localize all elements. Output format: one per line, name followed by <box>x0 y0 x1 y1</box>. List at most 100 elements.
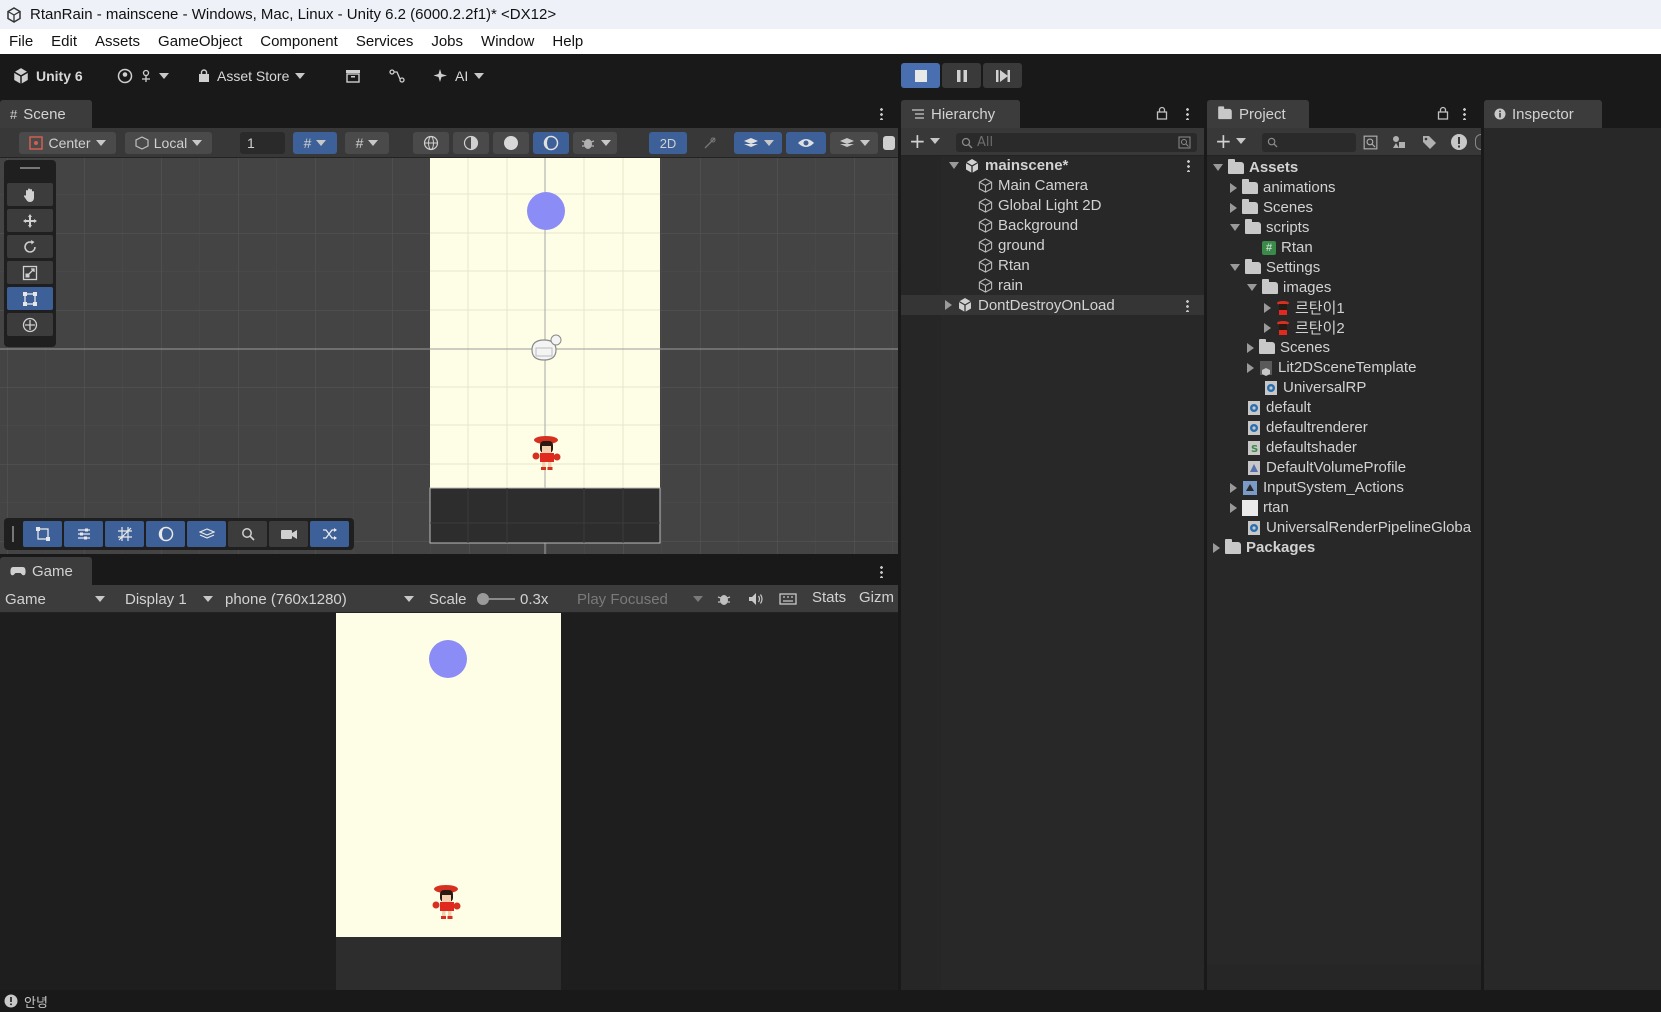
hierarchy-scene-row[interactable]: mainscene* <box>949 156 1204 175</box>
warning-badge-icon[interactable] <box>1450 133 1468 151</box>
tab-scene[interactable]: # Scene <box>0 100 92 128</box>
project-asset-urp-global[interactable]: UniversalRenderPipelineGloba <box>1247 518 1471 537</box>
account-dropdown[interactable] <box>117 64 169 88</box>
overlay-search-button[interactable] <box>228 521 267 547</box>
expand-arrow-icon[interactable] <box>1264 322 1271 333</box>
hierarchy-item-background[interactable]: Background <box>978 216 1078 235</box>
debug-draw-dropdown[interactable] <box>573 132 617 154</box>
project-asset-defaultshader[interactable]: S defaultshader <box>1247 438 1357 457</box>
display-dropdown[interactable]: Display 1 <box>125 589 217 609</box>
tab-hierarchy[interactable]: Hierarchy <box>901 100 1020 128</box>
expand-arrow-icon[interactable] <box>1230 202 1237 213</box>
hierarchy-more-icon[interactable] <box>1186 107 1189 120</box>
expand-arrow-icon[interactable] <box>1264 302 1271 313</box>
lock-icon[interactable] <box>1156 106 1168 120</box>
project-asset-volume-profile[interactable]: DefaultVolumeProfile <box>1247 458 1406 477</box>
menu-assets[interactable]: Assets <box>86 33 149 50</box>
tab-game[interactable]: Game <box>0 557 92 585</box>
expand-arrow-icon[interactable] <box>1230 482 1237 493</box>
filter-by-type-icon[interactable] <box>1391 134 1407 150</box>
overlay-rect-button[interactable] <box>23 521 62 547</box>
game-mode-dropdown[interactable]: Game <box>5 589 109 609</box>
overlay-camera-button[interactable] <box>269 521 308 547</box>
scene-viewport[interactable] <box>0 158 898 554</box>
project-folder-scenes[interactable]: Scenes <box>1230 198 1313 217</box>
hierarchy-dontdestroy-row[interactable]: DontDestroyOnLoad <box>901 295 1204 315</box>
overlay-shuffle-button[interactable] <box>310 521 349 547</box>
game-more-icon[interactable] <box>880 565 883 578</box>
play-focused-dropdown[interactable]: Play Focused <box>577 589 707 609</box>
game-viewport[interactable] <box>0 613 898 990</box>
hand-tool-button[interactable] <box>7 183 53 206</box>
project-more-icon[interactable] <box>1463 107 1466 120</box>
expand-arrow-icon[interactable] <box>1230 182 1237 193</box>
expand-arrow-icon[interactable] <box>1230 224 1240 231</box>
version-control-button[interactable] <box>389 64 405 88</box>
stats-button[interactable]: Stats <box>812 589 846 606</box>
gizmos-toggle[interactable] <box>883 136 895 150</box>
expand-arrow-icon[interactable] <box>1213 542 1220 553</box>
scale-slider[interactable]: Scale 0.3x <box>429 589 559 609</box>
transform-tool-button[interactable] <box>7 313 53 336</box>
scene-row-more-icon[interactable] <box>1187 159 1190 172</box>
menu-edit[interactable]: Edit <box>42 33 86 50</box>
expand-arrow-icon[interactable] <box>945 300 952 310</box>
tab-project[interactable]: Project <box>1207 100 1309 128</box>
project-image-rtan2[interactable]: 르탄이2 <box>1264 318 1345 337</box>
space-dropdown[interactable]: Local <box>125 132 212 154</box>
dontdestroy-more-icon[interactable] <box>1186 299 1189 312</box>
overlay-grip-icon[interactable] <box>12 526 14 542</box>
project-asset-rtan-image[interactable]: rtan <box>1230 498 1289 517</box>
menu-help[interactable]: Help <box>543 33 592 50</box>
expand-arrow-icon[interactable] <box>1213 164 1223 171</box>
project-asset-input-actions[interactable]: InputSystem_Actions <box>1230 478 1404 497</box>
project-folder-scripts[interactable]: scripts <box>1230 218 1309 237</box>
step-button[interactable] <box>983 63 1022 88</box>
draw-mode-wire-button[interactable] <box>453 132 489 154</box>
hierarchy-item-main-camera[interactable]: Main Camera <box>978 176 1088 195</box>
grid-visibility-dropdown[interactable]: # <box>345 132 389 154</box>
project-packages-root[interactable]: Packages <box>1213 538 1315 557</box>
package-manager-button[interactable] <box>345 64 361 88</box>
lock-icon[interactable] <box>1437 106 1449 120</box>
overlay-lighting-button[interactable] <box>146 521 185 547</box>
expand-arrow-icon[interactable] <box>949 162 959 169</box>
hierarchy-item-global-light-2d[interactable]: Global Light 2D <box>978 196 1101 215</box>
tag-icon[interactable] <box>1421 134 1437 150</box>
project-script-rtan[interactable]: # Rtan <box>1262 238 1313 257</box>
draw-mode-lit-button[interactable] <box>533 132 569 154</box>
rotate-tool-button[interactable] <box>7 235 53 258</box>
ai-button[interactable]: AI <box>433 64 485 88</box>
mute-audio-toggle[interactable] <box>748 592 764 610</box>
hierarchy-item-rtan[interactable]: Rtan <box>978 256 1030 275</box>
camera-settings-dropdown[interactable] <box>830 132 878 154</box>
rect-tool-button[interactable] <box>7 287 53 310</box>
project-folder-animations[interactable]: animations <box>1230 178 1336 197</box>
resolution-dropdown[interactable]: phone (760x1280) <box>225 589 418 609</box>
project-folder-settings[interactable]: Settings <box>1230 258 1320 277</box>
effects-dropdown[interactable] <box>734 132 782 154</box>
menu-file[interactable]: File <box>0 33 42 50</box>
project-folder-settings-scenes[interactable]: Scenes <box>1247 338 1330 357</box>
hierarchy-item-ground[interactable]: ground <box>978 236 1045 255</box>
expand-arrow-icon[interactable] <box>1230 502 1237 513</box>
hierarchy-create-button[interactable]: + <box>909 131 940 151</box>
mode-2d-toggle[interactable]: 2D <box>649 132 687 154</box>
expand-arrow-icon[interactable] <box>1247 284 1257 291</box>
search-by-type-icon[interactable] <box>1178 136 1191 149</box>
hierarchy-item-rain[interactable]: rain <box>978 276 1023 295</box>
snap-increment-field[interactable]: 1 <box>240 132 285 154</box>
tab-inspector[interactable]: Inspector <box>1484 100 1602 128</box>
play-button[interactable] <box>901 63 940 88</box>
menu-jobs[interactable]: Jobs <box>422 33 472 50</box>
expand-arrow-icon[interactable] <box>1247 342 1254 353</box>
expand-arrow-icon[interactable] <box>1247 362 1254 373</box>
status-bar[interactable]: 안녕 <box>0 990 1661 1012</box>
menu-window[interactable]: Window <box>472 33 543 50</box>
overlay-layers-button[interactable] <box>187 521 226 547</box>
project-asset-defaultrenderer[interactable]: defaultrenderer <box>1247 418 1368 437</box>
project-asset-default[interactable]: default <box>1247 398 1311 417</box>
menu-services[interactable]: Services <box>347 33 423 50</box>
menu-component[interactable]: Component <box>251 33 347 50</box>
lighting-toggle[interactable] <box>692 132 728 154</box>
